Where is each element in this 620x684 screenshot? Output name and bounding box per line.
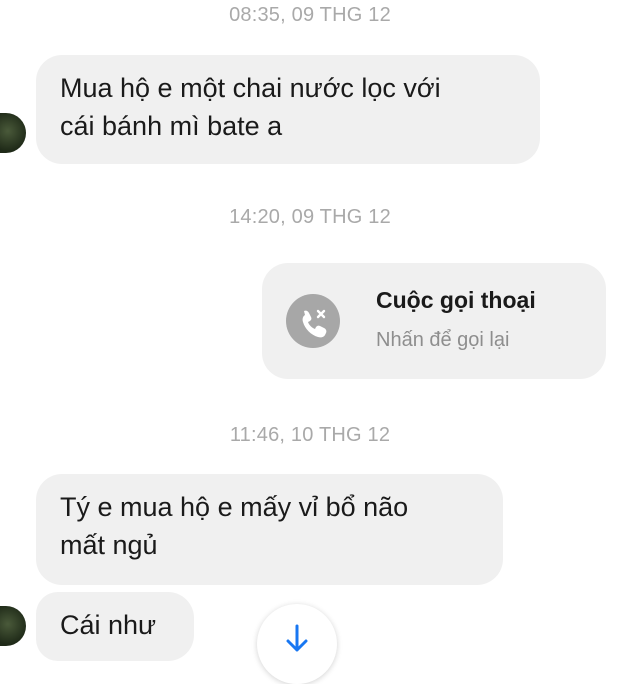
- scroll-to-bottom-button[interactable]: [257, 604, 337, 684]
- missed-call-icon: [286, 294, 340, 348]
- timestamp: 08:35, 09 THG 12: [229, 4, 391, 26]
- missed-call-card[interactable]: Cuộc gọi thoại Nhấn để gọi lại: [262, 263, 606, 379]
- message-text: cái bánh mì bate a: [60, 111, 283, 141]
- message-text: mất ngủ: [60, 530, 158, 560]
- timestamp: 14:20, 09 THG 12: [229, 206, 391, 228]
- avatar[interactable]: [0, 113, 26, 153]
- message-bubble[interactable]: Mua hộ e một chai nước lọc với cái bánh …: [36, 55, 540, 164]
- message-text: Mua hộ e một chai nước lọc với: [60, 73, 441, 103]
- call-back-link[interactable]: Nhấn để gọi lại: [376, 329, 509, 352]
- avatar[interactable]: [0, 606, 26, 646]
- message-text: Cái như: [60, 610, 157, 640]
- message-bubble[interactable]: Cái như: [36, 592, 194, 661]
- message-text: Tý e mua hộ e mấy vỉ bổ não: [60, 492, 409, 522]
- call-title: Cuộc gọi thoại: [376, 287, 536, 313]
- message-bubble[interactable]: Tý e mua hộ e mấy vỉ bổ não mất ngủ: [36, 474, 503, 585]
- arrow-down-icon: [286, 624, 308, 652]
- timestamp: 11:46, 10 THG 12: [229, 424, 391, 446]
